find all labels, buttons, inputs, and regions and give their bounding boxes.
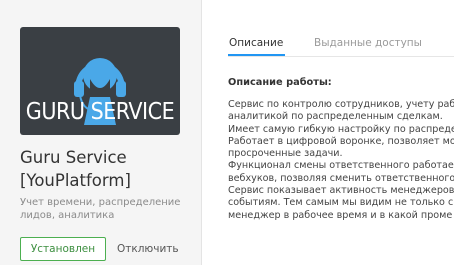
tab-bar: Описание Выданные доступы [228, 30, 454, 57]
app-logo: GURU SERVICE [20, 27, 180, 135]
description-line: Сервис показывает активность менеджеров [228, 185, 454, 197]
installed-button[interactable]: Установлен [20, 237, 106, 261]
description-text: Сервис по контролю сотрудников, учету ра… [228, 99, 454, 222]
description-line: менеджер в рабочее время и в какой проме [228, 209, 453, 221]
app-detail-page: GURU SERVICE Guru Service [YouPlatform] … [0, 0, 454, 265]
description-line: Работает в цифровой воронке, позволяет м… [228, 135, 454, 147]
description-line: аналитикой по распределенным сделкам. [228, 111, 443, 123]
description-line: Имеет самую гибкую настройку по распреде [228, 123, 454, 135]
description-line: вебхуков, позволяя сменить ответственног… [228, 172, 454, 184]
active-tab-indicator [228, 54, 285, 56]
app-subtitle: Учет времени, распределение лидов, анали… [20, 197, 181, 221]
section-heading: Описание работы: [228, 77, 332, 88]
description-line: событиям. Тем самым мы видим не только с [228, 197, 454, 209]
description-line: просроченные задачи. [228, 148, 343, 160]
logo-wordmark: GURU SERVICE [25, 99, 175, 125]
description-line: Функционал смены ответственного работае [228, 160, 454, 172]
tab-granted-access[interactable]: Выданные доступы [314, 36, 422, 50]
disable-button[interactable]: Отключить [117, 237, 179, 261]
app-sidebar: GURU SERVICE Guru Service [YouPlatform] … [0, 0, 202, 265]
description-line: Сервис по контролю сотрудников, учету ра… [228, 99, 454, 110]
tab-description[interactable]: Описание [229, 36, 283, 50]
app-title: Guru Service [YouPlatform] [20, 148, 131, 190]
